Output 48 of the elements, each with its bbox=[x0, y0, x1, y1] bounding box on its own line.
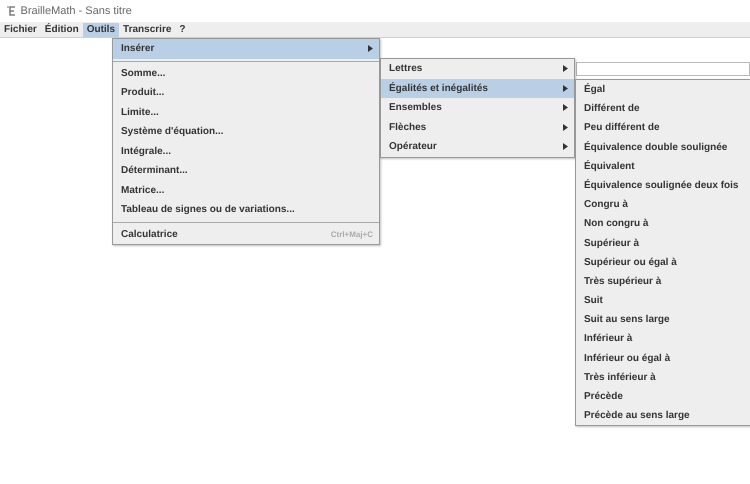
menu-item[interactable]: Équivalent bbox=[576, 156, 750, 176]
menu-item[interactable]: Édition bbox=[40, 22, 83, 36]
window-title: BrailleMath - Sans titre bbox=[20, 4, 132, 19]
menu-item[interactable]: Équivalence double soulignée bbox=[576, 138, 750, 157]
menu-item[interactable]: Supérieur à bbox=[576, 234, 750, 253]
menu-item[interactable]: Produit... bbox=[113, 83, 379, 102]
menu-item[interactable]: Très supérieur à bbox=[576, 272, 750, 292]
menu-item[interactable]: Peu différent de bbox=[576, 118, 750, 138]
caret-icon bbox=[368, 45, 373, 52]
shortcut-label: Ctrl+Maj+C bbox=[330, 228, 373, 241]
menu-item[interactable]: Précède bbox=[576, 387, 750, 406]
menu-item[interactable]: Égal bbox=[576, 80, 750, 100]
text-field[interactable] bbox=[576, 62, 750, 76]
menu-item[interactable]: Très inférieur à bbox=[576, 368, 750, 387]
menu-item[interactable]: Opérateur bbox=[381, 137, 574, 156]
caret-icon bbox=[563, 65, 568, 72]
menu-item[interactable]: Congru à bbox=[576, 195, 750, 214]
menu-item[interactable]: Égalités et inégalités bbox=[381, 78, 574, 98]
menu-item[interactable]: Supérieur ou égal à bbox=[576, 252, 750, 272]
caret-icon bbox=[563, 84, 568, 92]
menu-item[interactable]: Fichier bbox=[0, 22, 41, 36]
caret-icon bbox=[563, 143, 568, 150]
menu-item[interactable]: ? bbox=[175, 22, 190, 36]
menu-item[interactable]: Tableau de signes ou de variations... bbox=[113, 200, 379, 220]
menu-item[interactable]: Suit au sens large bbox=[576, 310, 750, 330]
menu-item[interactable]: Inférieur à bbox=[576, 329, 750, 349]
menu-item[interactable]: Équivalence soulignée deux fois bbox=[576, 176, 750, 196]
caret-icon bbox=[563, 104, 568, 112]
menu-item[interactable]: Matrice... bbox=[113, 180, 379, 200]
menu-item[interactable]: Somme... bbox=[113, 64, 379, 83]
menu-item[interactable]: Flèches bbox=[381, 118, 574, 137]
menu-item[interactable]: Système d'équation... bbox=[113, 122, 379, 142]
menu-item[interactable]: Ensembles bbox=[381, 98, 574, 118]
menu-item[interactable]: Suit bbox=[576, 291, 750, 310]
menu-item[interactable]: Calculatrice Ctrl+Maj+C bbox=[113, 224, 379, 244]
menu-item[interactable]: Déterminant... bbox=[113, 161, 379, 180]
menu-item[interactable]: Différent de bbox=[576, 99, 750, 118]
menu-item[interactable]: Limite... bbox=[113, 102, 379, 122]
caret-icon bbox=[563, 124, 568, 131]
app-icon bbox=[6, 5, 18, 17]
menu-item[interactable]: Précède au sens large bbox=[576, 406, 750, 426]
menu-item[interactable]: Non congru à bbox=[576, 214, 750, 234]
menu-item[interactable]: Lettres bbox=[381, 59, 574, 78]
menu-item[interactable]: Transcrire bbox=[119, 22, 176, 36]
menu-item[interactable]: Insérer bbox=[113, 39, 379, 58]
menu-item[interactable]: Outils bbox=[82, 22, 120, 36]
menu-item[interactable]: Inférieur ou égal à bbox=[576, 348, 750, 368]
menu-item[interactable]: Intégrale... bbox=[113, 142, 379, 161]
